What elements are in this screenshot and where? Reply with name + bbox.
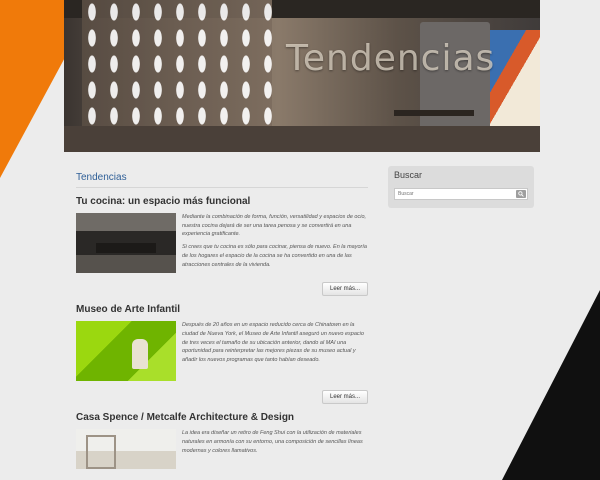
section-title[interactable]: Tendencias [76, 172, 368, 188]
article-thumbnail-house[interactable] [76, 429, 176, 470]
read-more-button[interactable]: Leer más... [321, 282, 368, 297]
black-corner-decoration [502, 290, 600, 480]
search-button[interactable] [516, 190, 526, 198]
article-title[interactable]: Museo de Arte Infantil [76, 304, 368, 315]
article-paragraph: Si crees que tu cocina es sólo para coci… [182, 244, 367, 268]
header-banner: Tendencias [64, 0, 540, 152]
search-input[interactable] [395, 189, 516, 199]
article: Tu cocina: un espacio más funcional Medi… [76, 196, 368, 297]
article: Casa Spence / Metcalfe Architecture & De… [76, 412, 368, 470]
article-title[interactable]: Casa Spence / Metcalfe Architecture & De… [76, 412, 368, 423]
search-icon [518, 191, 524, 197]
article: Museo de Arte Infantil Después de 20 año… [76, 304, 368, 405]
widget-title: Buscar [394, 170, 423, 180]
article-title[interactable]: Tu cocina: un espacio más funcional [76, 196, 368, 207]
read-more-button[interactable]: Leer más... [321, 390, 368, 405]
search-widget: Buscar [388, 166, 534, 208]
search-box [394, 188, 528, 200]
article-paragraph: Mediante la combinación de forma, funció… [182, 214, 367, 238]
article-paragraph: Después de 20 años en un espacio reducid… [182, 322, 364, 364]
banner-title: Tendencias [286, 38, 496, 79]
article-paragraph: La idea era diseñar un retiro de Feng Sh… [182, 430, 363, 454]
main-content: Tendencias Tu cocina: un espacio más fun… [76, 172, 368, 477]
article-thumbnail-museum[interactable] [76, 321, 176, 382]
article-thumbnail-kitchen[interactable] [76, 213, 176, 273]
